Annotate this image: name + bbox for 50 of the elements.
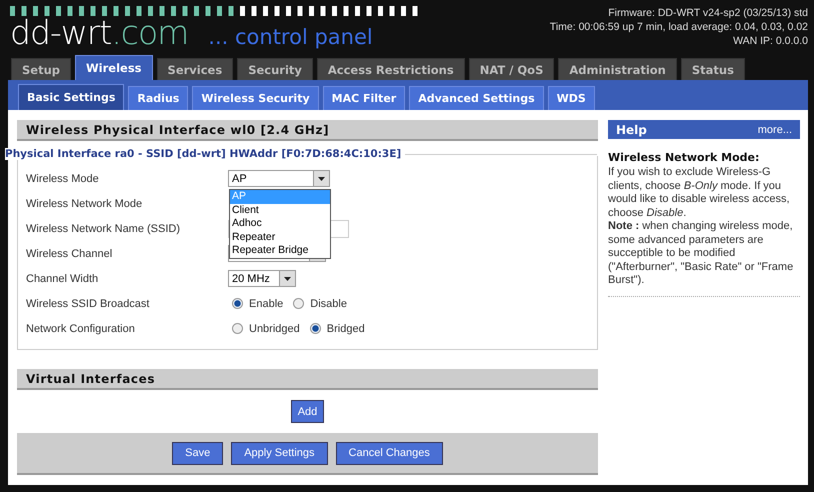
sub-tab[interactable]: MAC Filter xyxy=(322,86,406,110)
dropdown[interactable]: 20 MHz xyxy=(228,270,296,287)
radio-button[interactable] xyxy=(310,323,321,334)
dropdown-option[interactable]: AP xyxy=(230,190,330,204)
action-button[interactable]: Save xyxy=(172,442,224,464)
field-label: Wireless Channel xyxy=(26,248,114,260)
sub-tab[interactable]: WDS xyxy=(548,86,595,110)
field-label: Channel Width xyxy=(26,272,100,284)
radio-label: Unbridged xyxy=(249,322,300,334)
action-button[interactable]: Apply Settings xyxy=(231,442,328,464)
sub-tab[interactable]: Radius xyxy=(128,86,188,110)
status-info: Time: 00:06:59 up 7 min, load average: 0.04, 0.03, 0.02 xyxy=(550,20,808,34)
tagline: ... control panel xyxy=(208,25,373,49)
sub-tab[interactable]: Wireless Security xyxy=(192,86,319,110)
section-header: Virtual Interfaces xyxy=(17,369,598,390)
radio-label: Disable xyxy=(310,298,347,310)
radio-label: Enable xyxy=(249,298,284,310)
nav-tab[interactable]: Security xyxy=(237,58,313,80)
radio-button[interactable] xyxy=(232,323,243,334)
nav-tab[interactable]: Status xyxy=(680,58,745,80)
field-label: Wireless Network Name (SSID) xyxy=(26,222,182,234)
status-info: WAN IP: 0.0.0.0 xyxy=(733,34,808,48)
nav-tab[interactable]: Setup xyxy=(11,58,71,80)
action-button[interactable]: Cancel Changes xyxy=(336,442,443,464)
field-label: Wireless Mode xyxy=(26,172,100,184)
help-text: If you wish to exclude Wireless-G clients, choose B-Only mode. If you would like to disable wireless access, choose Disable. xyxy=(608,166,791,220)
help-title: Help xyxy=(616,122,647,136)
nav-tab[interactable]: Access Restrictions xyxy=(316,58,465,80)
logo: dd-wrt.com xyxy=(10,16,188,50)
nav-tab[interactable]: Administration xyxy=(558,58,677,80)
field-label: Wireless SSID Broadcast xyxy=(26,298,150,310)
sub-tab[interactable]: Advanced Settings xyxy=(409,86,544,110)
caret-icon xyxy=(279,271,295,286)
field-label: Wireless Network Mode xyxy=(26,198,144,210)
caret-icon xyxy=(313,171,329,186)
help-note: Note : when changing wireless mode, some advanced parameters are succeptible to be modified ("Afterburner", "Basic Rate" or "Frame Burst"). xyxy=(608,220,794,288)
radio-button[interactable] xyxy=(293,298,304,309)
radio-label: Bridged xyxy=(326,322,365,334)
add-button[interactable]: Add xyxy=(290,400,324,423)
nav-tab[interactable]: NAT / QoS xyxy=(468,58,554,80)
nav-tab[interactable]: Wireless xyxy=(75,55,153,80)
dropdown[interactable]: AP xyxy=(228,170,330,187)
help-heading: Wireless Network Mode: xyxy=(608,151,760,164)
section-header: Wireless Physical Interface wl0 [2.4 GHz] xyxy=(17,120,598,141)
nav-tab[interactable]: Services xyxy=(156,58,234,80)
field-label: Network Configuration xyxy=(26,322,136,334)
more-link[interactable]: more... xyxy=(758,124,792,136)
radio-button[interactable] xyxy=(232,298,243,309)
sub-tab[interactable]: Basic Settings xyxy=(18,84,124,110)
status-info: Firmware: DD-WRT v24-sp2 (03/25/13) std xyxy=(608,6,808,20)
